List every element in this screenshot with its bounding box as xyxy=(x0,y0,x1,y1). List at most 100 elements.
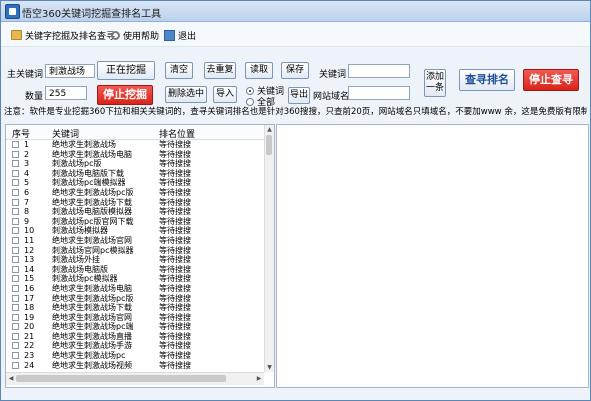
table-row[interactable]: 17 绝地求生刺激战场pc版 等待搜搜 xyxy=(6,294,264,304)
keyword-list[interactable]: 序号 关键词 排名位置 1 绝地求生刺激战场 等待搜搜 2 绝地求生刺激战场电脑 等待搜搜… xyxy=(5,124,275,388)
table-row[interactable]: 6 绝地求生刺激战场pc版 等待搜搜 xyxy=(6,188,264,198)
rank-result-pane[interactable] xyxy=(276,124,589,388)
menu-item-exit[interactable]: 退出 xyxy=(164,28,196,42)
status-button[interactable]: 正在挖掘 xyxy=(97,61,155,80)
horizontal-scrollbar[interactable]: ◀ ▶ xyxy=(6,372,264,385)
stop-mining-button[interactable]: 停止挖掘 xyxy=(97,85,153,105)
row-checkbox[interactable] xyxy=(12,188,19,196)
column-header-keyword[interactable]: 关键词 xyxy=(52,127,79,140)
column-header-no[interactable]: 序号 xyxy=(12,127,30,140)
table-row[interactable]: 3 刺激战场pc版 等待搜搜 xyxy=(6,159,264,169)
table-row[interactable]: 22 绝地求生刺激战场手游 等待搜搜 xyxy=(6,341,264,351)
clear-button[interactable]: 清空 xyxy=(165,62,193,79)
row-checkbox[interactable] xyxy=(12,217,19,225)
folder-icon xyxy=(11,30,22,40)
menu-item-mining[interactable]: 关键字挖掘及排名查寻 xyxy=(11,28,115,42)
row-checkbox[interactable] xyxy=(12,141,19,148)
row-number: 9 xyxy=(24,216,30,226)
table-row[interactable]: 11 绝地求生刺激战场官网 等待搜搜 xyxy=(6,236,264,246)
table-row[interactable]: 14 刺激战场电脑版 等待搜搜 xyxy=(6,265,264,275)
table-row[interactable]: 1 绝地求生刺激战场 等待搜搜 xyxy=(6,140,264,150)
table-row[interactable]: 19 绝地求生刺激战场官网 等待搜搜 xyxy=(6,313,264,323)
row-number: 1 xyxy=(24,140,30,149)
row-status: 等待搜搜 xyxy=(159,360,191,370)
row-checkbox[interactable] xyxy=(12,179,19,187)
scroll-thumb[interactable] xyxy=(266,135,272,155)
table-row[interactable]: 5 刺激战场pc端模拟器 等待搜搜 xyxy=(6,178,264,188)
row-number: 14 xyxy=(24,264,35,274)
table-row[interactable]: 7 绝地求生刺激战场下载 等待搜搜 xyxy=(6,198,264,208)
query-rank-button[interactable]: 查寻排名 xyxy=(459,69,515,91)
quantity-input[interactable]: 255 xyxy=(45,86,87,100)
row-checkbox[interactable] xyxy=(12,208,19,216)
row-number: 23 xyxy=(24,351,35,361)
scroll-up-icon[interactable]: ▲ xyxy=(266,126,273,133)
table-row[interactable]: 10 刺激战场模拟器 等待搜搜 xyxy=(6,226,264,236)
row-checkbox[interactable] xyxy=(12,227,19,235)
row-checkbox[interactable] xyxy=(12,352,19,360)
main-window: 悟空360关键词挖掘查排名工具 关键字挖掘及排名查寻 使用帮助 退出 主关键词 … xyxy=(0,0,591,401)
row-keyword: 绝地求生刺激战场官网 xyxy=(52,235,132,245)
table-row[interactable]: 12 刺激战场官网pc模拟器 等待搜搜 xyxy=(6,246,264,256)
row-keyword: 刺激战场pc版 xyxy=(52,159,102,169)
table-row[interactable]: 9 刺激战场pc版官网下载 等待搜搜 xyxy=(6,217,264,227)
dedupe-button[interactable]: 去重复 xyxy=(204,62,236,79)
row-checkbox[interactable] xyxy=(12,246,19,254)
exit-icon xyxy=(164,29,175,41)
read-button[interactable]: 读取 xyxy=(245,62,273,79)
row-status: 等待搜搜 xyxy=(159,159,191,169)
row-checkbox[interactable] xyxy=(12,313,19,321)
main-keyword-input[interactable]: 刺激战场 xyxy=(45,64,95,78)
delete-selected-button[interactable]: 删除选中 xyxy=(165,86,207,103)
column-header-rank[interactable]: 排名位置 xyxy=(159,127,195,140)
table-row[interactable]: 4 刺激战场电脑版下载 等待搜搜 xyxy=(6,169,264,179)
row-number: 6 xyxy=(24,187,30,197)
row-status: 等待搜搜 xyxy=(159,283,191,293)
export-button[interactable]: 导出 xyxy=(288,87,310,104)
row-checkbox[interactable] xyxy=(12,150,19,158)
menu-item-help[interactable]: 使用帮助 xyxy=(111,28,159,42)
row-checkbox[interactable] xyxy=(12,323,19,331)
row-checkbox[interactable] xyxy=(12,342,19,350)
row-number: 12 xyxy=(24,245,35,255)
row-keyword: 绝地求生刺激战场 xyxy=(52,140,116,149)
table-row[interactable]: 21 绝地求生刺激战场直播 等待搜搜 xyxy=(6,332,264,342)
row-checkbox[interactable] xyxy=(12,332,19,340)
table-row[interactable]: 23 绝地求生刺激战场pc 等待搜搜 xyxy=(6,351,264,361)
row-checkbox[interactable] xyxy=(12,256,19,264)
row-checkbox[interactable] xyxy=(12,160,19,168)
table-row[interactable]: 13 刺激战场外挂 等待搜搜 xyxy=(6,255,264,265)
table-row[interactable]: 8 刺激战场电脑版模拟器 等待搜搜 xyxy=(6,207,264,217)
row-checkbox[interactable] xyxy=(12,304,19,312)
site-domain-input[interactable] xyxy=(348,86,410,100)
table-row[interactable]: 16 绝地求生刺激战场电脑 等待搜搜 xyxy=(6,284,264,294)
stop-query-button[interactable]: 停止查寻 xyxy=(523,69,579,91)
scroll-right-icon[interactable]: ▶ xyxy=(255,374,263,383)
row-status: 等待搜搜 xyxy=(159,168,191,178)
row-checkbox[interactable] xyxy=(12,169,19,177)
table-row[interactable]: 24 绝地求生刺激战场视频 等待搜搜 xyxy=(6,361,264,371)
table-row[interactable]: 15 刺激战场pc模拟器 等待搜搜 xyxy=(6,274,264,284)
table-row[interactable]: 2 绝地求生刺激战场电脑 等待搜搜 xyxy=(6,150,264,160)
row-checkbox[interactable] xyxy=(12,294,19,302)
row-number: 17 xyxy=(24,293,35,303)
row-checkbox[interactable] xyxy=(12,275,19,283)
row-checkbox[interactable] xyxy=(12,198,19,206)
row-checkbox[interactable] xyxy=(12,236,19,244)
row-checkbox[interactable] xyxy=(12,361,19,369)
list-header: 序号 关键词 排名位置 xyxy=(6,125,264,140)
scroll-down-icon[interactable]: ▼ xyxy=(266,364,273,371)
scroll-left-icon[interactable]: ◀ xyxy=(7,374,15,383)
row-checkbox[interactable] xyxy=(12,265,19,273)
vertical-scrollbar[interactable]: ▲ ▼ xyxy=(264,125,274,372)
scroll-thumb-horizontal[interactable] xyxy=(16,375,226,382)
add-one-button[interactable]: 添加一条 xyxy=(424,69,446,97)
row-status: 等待搜搜 xyxy=(159,226,191,236)
import-button[interactable]: 导入 xyxy=(213,86,237,103)
table-row[interactable]: 18 绝地求生刺激战场下载 等待搜搜 xyxy=(6,303,264,313)
table-row[interactable]: 20 绝地求生刺激战场pc端 等待搜搜 xyxy=(6,322,264,332)
menu-item-label: 退出 xyxy=(178,31,197,42)
keyword-field-input[interactable] xyxy=(348,64,410,78)
save-button[interactable]: 保存 xyxy=(281,62,309,79)
row-checkbox[interactable] xyxy=(12,284,19,292)
